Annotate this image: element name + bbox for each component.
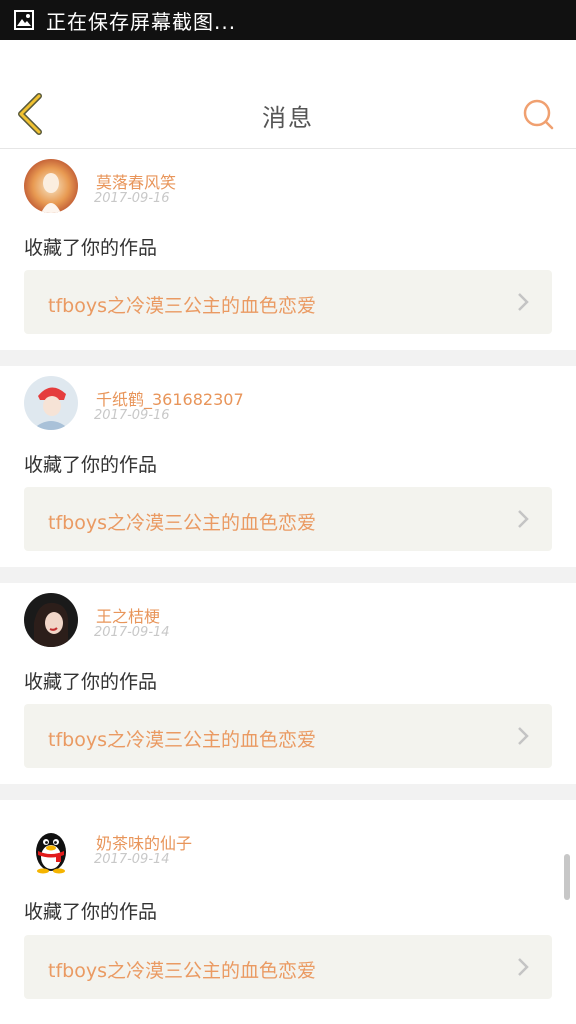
message-date: 2017-09-16 xyxy=(94,191,170,206)
work-link[interactable]: tfboys之冷漠三公主的血色恋爱 xyxy=(24,487,552,551)
action-text: 收藏了你的作品 xyxy=(24,237,158,259)
divider xyxy=(0,350,576,366)
avatar[interactable] xyxy=(24,824,78,878)
message-date: 2017-09-14 xyxy=(94,625,170,640)
message-date: 2017-09-16 xyxy=(94,408,170,423)
divider xyxy=(0,784,576,800)
work-link[interactable]: tfboys之冷漠三公主的血色恋爱 xyxy=(24,704,552,768)
action-text: 收藏了你的作品 xyxy=(24,901,158,923)
username[interactable]: 莫落春风笑 xyxy=(96,169,176,193)
qq-penguin-icon xyxy=(24,824,78,878)
message-date: 2017-09-14 xyxy=(94,852,170,867)
work-title: tfboys之冷漠三公主的血色恋爱 xyxy=(48,512,316,534)
chevron-right-icon xyxy=(518,727,529,745)
work-title: tfboys之冷漠三公主的血色恋爱 xyxy=(48,960,316,982)
work-link[interactable]: tfboys之冷漠三公主的血色恋爱 xyxy=(24,935,552,999)
message-card: 莫落春风笑 2017-09-16 收藏了你的作品 tfboys之冷漠三公主的血色… xyxy=(0,149,576,350)
action-text: 收藏了你的作品 xyxy=(24,671,158,693)
avatar[interactable] xyxy=(24,159,78,213)
message-card: 王之桔梗 2017-09-14 收藏了你的作品 tfboys之冷漠三公主的血色恋… xyxy=(0,583,576,784)
avatar[interactable] xyxy=(24,593,78,647)
search-icon xyxy=(523,99,554,130)
chevron-right-icon xyxy=(518,510,529,528)
status-bar: 正在保存屏幕截图... xyxy=(0,0,576,40)
search-button[interactable] xyxy=(518,94,558,134)
username[interactable]: 千纸鹤_361682307 xyxy=(96,386,244,410)
divider xyxy=(0,567,576,583)
message-card: 奶茶味的仙子 2017-09-14 收藏了你的作品 tfboys之冷漠三公主的血… xyxy=(0,800,576,1001)
chevron-right-icon xyxy=(518,293,529,311)
work-title: tfboys之冷漠三公主的血色恋爱 xyxy=(48,729,316,751)
username[interactable]: 王之桔梗 xyxy=(96,603,160,627)
message-list: 莫落春风笑 2017-09-16 收藏了你的作品 tfboys之冷漠三公主的血色… xyxy=(0,149,576,1001)
work-title: tfboys之冷漠三公主的血色恋爱 xyxy=(48,295,316,317)
message-card: 千纸鹤_361682307 2017-09-16 收藏了你的作品 tfboys之… xyxy=(0,366,576,567)
action-text: 收藏了你的作品 xyxy=(24,454,158,476)
username[interactable]: 奶茶味的仙子 xyxy=(96,830,192,854)
avatar[interactable] xyxy=(24,376,78,430)
chevron-right-icon xyxy=(518,958,529,976)
scrollbar[interactable] xyxy=(564,854,570,900)
header: 消息 xyxy=(0,40,576,149)
work-link[interactable]: tfboys之冷漠三公主的血色恋爱 xyxy=(24,270,552,334)
image-icon xyxy=(14,10,34,30)
status-text: 正在保存屏幕截图... xyxy=(46,9,237,34)
page-title: 消息 xyxy=(262,104,314,132)
